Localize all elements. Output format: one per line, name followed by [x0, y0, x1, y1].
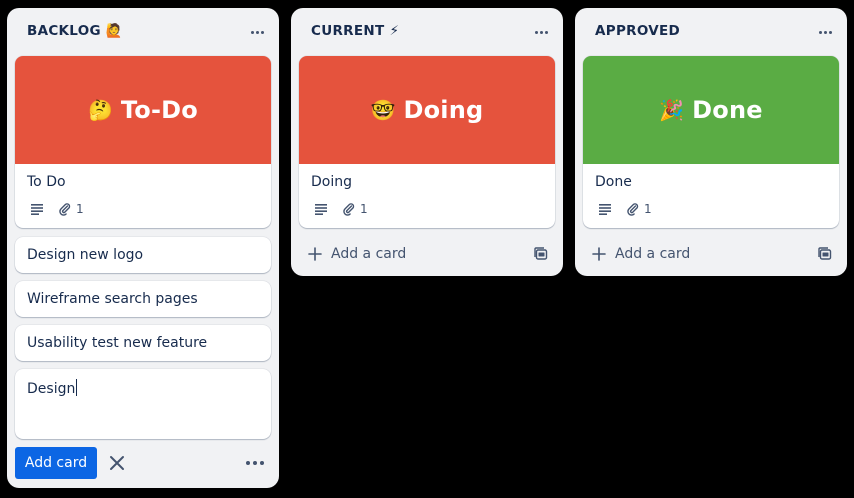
close-icon[interactable]	[107, 453, 127, 473]
add-a-card-label: Add a card	[331, 246, 407, 262]
description-icon	[29, 201, 45, 217]
card-title: To Do	[27, 174, 66, 190]
template-icon[interactable]	[533, 246, 549, 262]
plus-icon	[308, 247, 322, 261]
more-icon	[250, 30, 254, 34]
card-usability-test-new-feature[interactable]: Usability test new feature	[15, 325, 271, 361]
attachment-count: 1	[644, 202, 652, 216]
list-header[interactable]: APPROVED	[575, 8, 847, 56]
card-cover: 🤔 To-Do	[15, 56, 271, 164]
list-menu-button[interactable]	[813, 22, 837, 42]
card-title: Doing	[311, 174, 352, 190]
composer-text: Design	[27, 379, 78, 397]
card-title: Usability test new feature	[27, 335, 208, 351]
more-icon	[534, 30, 538, 34]
attachment-count: 1	[360, 202, 368, 216]
list-header[interactable]: BACKLOG 🙋	[7, 8, 279, 56]
list-header[interactable]: CURRENT ⚡	[291, 8, 563, 56]
list-backlog: BACKLOG 🙋 🤔 To-Do To Do 1 Design new log…	[7, 8, 279, 488]
card-doing[interactable]: 🤓 Doing Doing 1	[299, 56, 555, 228]
cover-emoji: 🤔	[88, 98, 113, 122]
more-icon	[818, 30, 822, 34]
list-current: CURRENT ⚡ 🤓 Doing Doing 1 Add a card	[291, 8, 563, 276]
list-menu-button[interactable]	[529, 22, 553, 42]
list-title[interactable]: CURRENT ⚡	[311, 23, 399, 39]
list-title[interactable]: APPROVED	[595, 23, 680, 39]
attachment-icon	[625, 201, 641, 217]
list-approved: APPROVED 🎉 Done Done 1 Add a card	[575, 8, 847, 276]
add-a-card-button[interactable]: Add a card	[299, 241, 519, 267]
add-a-card-label: Add a card	[615, 246, 691, 262]
cover-emoji: 🤓	[370, 98, 396, 122]
add-a-card-button[interactable]: Add a card	[583, 241, 803, 267]
text-caret	[76, 379, 78, 396]
template-icon[interactable]	[817, 246, 833, 262]
cover-text: Doing	[403, 96, 484, 124]
card-title: Done	[595, 174, 632, 190]
card-badges: 1	[597, 201, 652, 217]
add-card-button[interactable]: Add card	[15, 447, 97, 479]
card-done[interactable]: 🎉 Done Done 1	[583, 56, 839, 228]
list-title[interactable]: BACKLOG 🙋	[27, 23, 123, 39]
more-icon	[246, 461, 250, 465]
plus-icon	[592, 247, 606, 261]
card-cover: 🤓 Doing	[299, 56, 555, 164]
attachment-icon	[57, 201, 73, 217]
cover-text: Done	[692, 96, 763, 124]
card-cover: 🎉 Done	[583, 56, 839, 164]
description-icon	[313, 201, 329, 217]
card-wireframe-search-pages[interactable]: Wireframe search pages	[15, 281, 271, 317]
cover-text: To-Do	[120, 96, 198, 124]
attachment-count: 1	[76, 202, 84, 216]
card-composer-textarea[interactable]: Design	[15, 369, 271, 439]
card-to-do[interactable]: 🤔 To-Do To Do 1	[15, 56, 271, 228]
list-menu-button[interactable]	[245, 22, 269, 42]
composer-more-button[interactable]	[243, 453, 267, 473]
card-design-new-logo[interactable]: Design new logo	[15, 237, 271, 273]
description-icon	[597, 201, 613, 217]
card-badges: 1	[313, 201, 368, 217]
cover-emoji: 🎉	[659, 98, 685, 122]
card-title: Wireframe search pages	[27, 291, 198, 307]
card-badges: 1	[29, 201, 84, 217]
card-title: Design new logo	[27, 247, 144, 263]
attachment-icon	[341, 201, 357, 217]
